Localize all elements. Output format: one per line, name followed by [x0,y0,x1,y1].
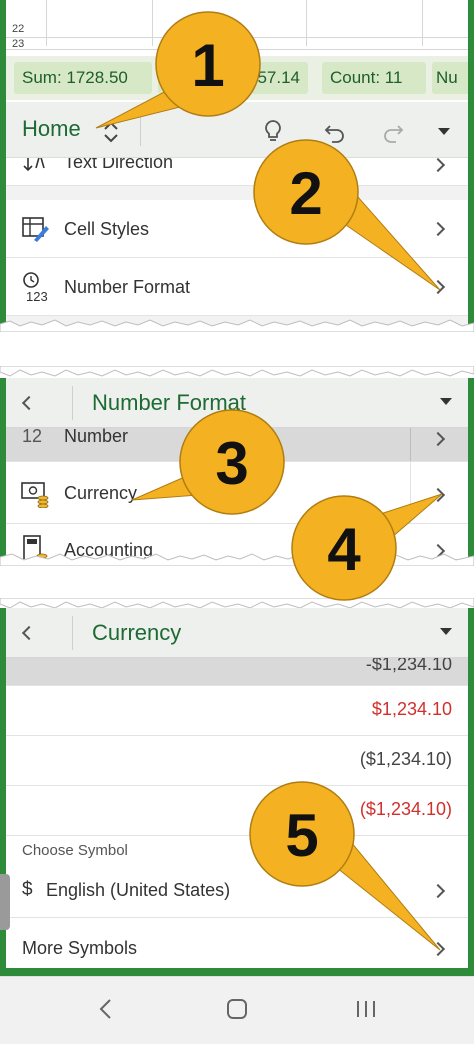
callout-number: 5 [285,802,318,869]
callout-number: 2 [289,160,322,227]
callout-number: 3 [215,430,248,497]
callout-5: 5 [249,781,441,951]
callout-4: 4 [291,493,443,601]
callout-3: 3 [131,409,285,515]
callout-2: 2 [253,139,441,291]
callout-1: 1 [95,11,261,129]
callout-number: 4 [327,516,361,583]
callout-overlay: 1 2 3 4 5 [95,11,443,951]
callout-number: 1 [191,32,224,99]
